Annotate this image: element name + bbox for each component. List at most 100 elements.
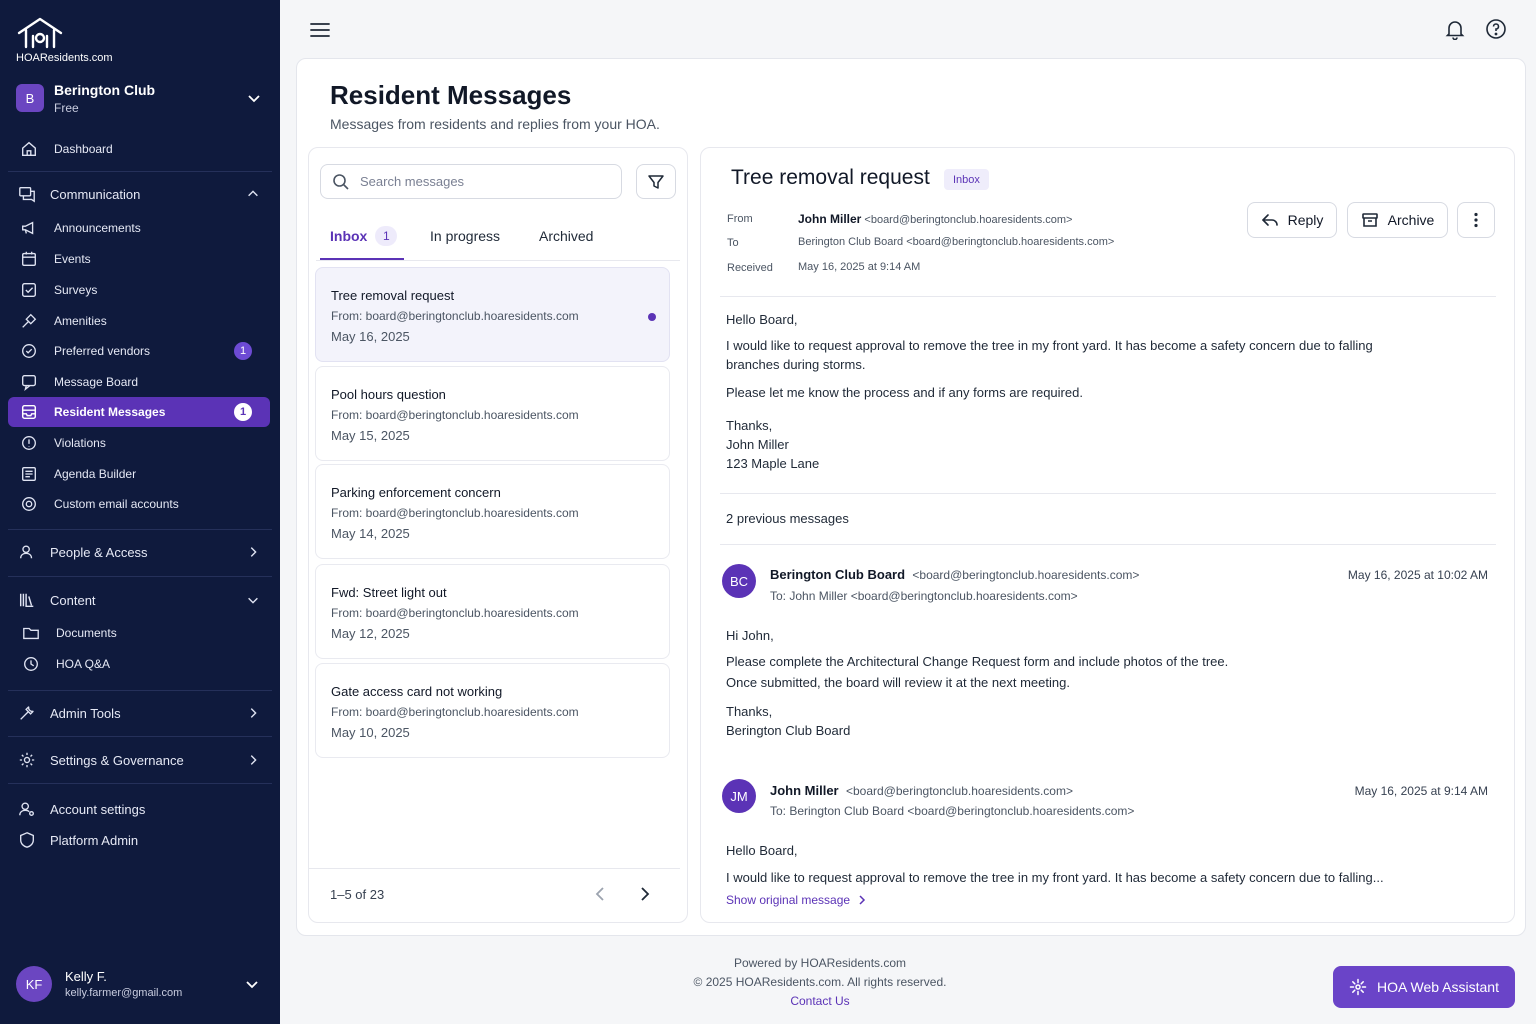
gear-icon [19,752,35,768]
org-switcher[interactable]: B Berington Club Free [16,80,266,116]
tab-label: In progress [430,228,501,244]
sidebar-item-label: Message Board [54,375,139,389]
sidebar-item-amenities[interactable]: Amenities [8,307,270,335]
from-name: John Miller [798,212,862,226]
chevron-right-icon[interactable] [635,885,653,903]
received-label: Received [727,262,773,274]
more-actions-button[interactable] [1457,202,1495,238]
pagination-summary: 1–5 of 23 [330,887,385,902]
house-logo-icon [17,17,63,49]
sidebar-item-label: Documents [56,626,117,640]
list-item[interactable]: Fwd: Street light out From: board@bering… [315,564,670,659]
list-item[interactable]: Pool hours question From: board@beringto… [315,366,670,461]
bell-icon[interactable] [1444,18,1466,40]
sidebar-item-custom-email-accounts[interactable]: Custom email accounts [8,490,270,518]
more-vertical-icon [1474,212,1478,228]
sidebar-section-communication[interactable]: Communication [8,178,270,210]
message-signoff: Thanks, [726,704,773,719]
sidebar-item-resident-messages[interactable]: Resident Messages 1 [8,397,270,427]
active-tab-indicator [320,258,404,260]
list-item[interactable]: Gate access card not working From: board… [315,663,670,758]
thread-date: May 16, 2025 at 9:14 AM [1354,784,1488,798]
sidebar-section-label: Communication [50,186,141,202]
user-email: kelly.farmer@gmail.com [65,987,183,999]
thread-sender-name: John Miller [770,783,839,798]
sidebar-item-violations[interactable]: Violations [8,429,270,457]
to-value: Berington Club Board <board@beringtonclu… [798,236,1115,248]
tool-icon [22,313,37,328]
chevron-right-icon [250,755,257,765]
filter-button[interactable] [636,164,676,199]
org-name: Berington Club [54,81,156,98]
search-input[interactable] [360,174,600,189]
sidebar-item-surveys[interactable]: Surveys [8,276,270,304]
sidebar-item-account-settings[interactable]: Account settings [8,793,270,825]
sidebar-section-settings-governance[interactable]: Settings & Governance [8,744,270,776]
sidebar-section-label: Content [50,592,96,608]
calendar-icon [22,251,36,266]
sidebar-section-content[interactable]: Content [8,584,270,616]
message-date: May 16, 2025 [331,329,410,344]
sidebar-item-announcements[interactable]: Announcements [8,214,270,242]
tab-in-progress[interactable]: In progress [430,228,500,260]
from-value: John Miller <board@beringtonclub.hoaresi… [798,212,1072,226]
sidebar-item-message-board[interactable]: Message Board [8,368,270,396]
sidebar: HOAResidents.com B Berington Club Free D… [0,0,280,1024]
tab-archived[interactable]: Archived [539,228,593,260]
message-signoff: 123 Maple Lane [726,456,820,471]
list-item[interactable]: Parking enforcement concern From: board@… [315,464,670,559]
thread-sender-email: <board@beringtonclub.hoaresidents.com> [912,568,1140,582]
sidebar-item-label: Platform Admin [50,832,139,848]
divider [8,171,272,172]
checkbox-icon [22,283,36,297]
divider [308,868,680,869]
divider [8,736,272,737]
search-box[interactable] [320,164,622,199]
sidebar-item-events[interactable]: Events [8,245,270,273]
sidebar-section-people-access[interactable]: People & Access [8,536,270,568]
archive-button[interactable]: Archive [1347,202,1448,238]
sidebar-item-preferred-vendors[interactable]: Preferred vendors 1 [8,337,270,365]
user-icon [20,545,33,559]
sidebar-item-hoa-qa[interactable]: HOA Q&A [8,650,270,678]
org-plan: Free [54,100,79,115]
thread-sender: Berington Club Board <board@beringtonclu… [770,567,1139,582]
divider [8,690,272,691]
sidebar-item-dashboard[interactable]: Dashboard [8,135,270,163]
sidebar-item-agenda-builder[interactable]: Agenda Builder [8,460,270,488]
hoa-web-assistant-button[interactable]: HOA Web Assistant [1333,966,1515,1008]
home-icon [22,141,36,156]
contact-us-link[interactable]: Contact Us [600,994,1040,1008]
thread-sender-email: <board@beringtonclub.hoaresidents.com> [845,784,1073,798]
alert-circle-icon [22,436,36,450]
sidebar-item-label: Resident Messages [54,405,166,419]
sidebar-item-label: Amenities [54,314,107,328]
message-title: Tree removal request [731,166,930,189]
message-subject: Gate access card not working [331,684,503,699]
user-menu[interactable]: KF Kelly F. kelly.farmer@gmail.com [16,964,266,1004]
tab-label: Archived [539,228,594,244]
sidebar-section-admin-tools[interactable]: Admin Tools [8,697,270,729]
menu-icon[interactable] [308,18,332,42]
sparkle-icon [1349,978,1367,996]
sidebar-item-platform-admin[interactable]: Platform Admin [8,824,270,856]
help-icon[interactable] [1485,18,1507,40]
message-body-line: branches during storms. [726,357,866,372]
sidebar-item-documents[interactable]: Documents [8,619,270,647]
message-subject: Pool hours question [331,387,446,402]
chevron-left-icon[interactable] [592,885,610,903]
thread-recipient: To: John Miller <board@beringtonclub.hoa… [770,589,1078,603]
avatar: JM [722,779,756,813]
tab-count-badge: 1 [375,226,398,246]
received-value: May 16, 2025 at 9:14 AM [798,261,921,273]
tab-inbox[interactable]: Inbox 1 [330,226,398,260]
logo[interactable]: HOAResidents.com [16,16,136,64]
show-original-link[interactable]: Show original message [726,893,868,907]
sidebar-item-label: Custom email accounts [54,497,179,511]
message-signoff: John Miller [726,437,789,452]
reply-button[interactable]: Reply [1247,202,1337,238]
previous-messages-toggle[interactable]: 2 previous messages [726,511,849,526]
divider [720,493,1496,494]
list-item[interactable]: Tree removal request From: board@beringt… [315,267,670,362]
message-date: May 12, 2025 [331,626,410,641]
